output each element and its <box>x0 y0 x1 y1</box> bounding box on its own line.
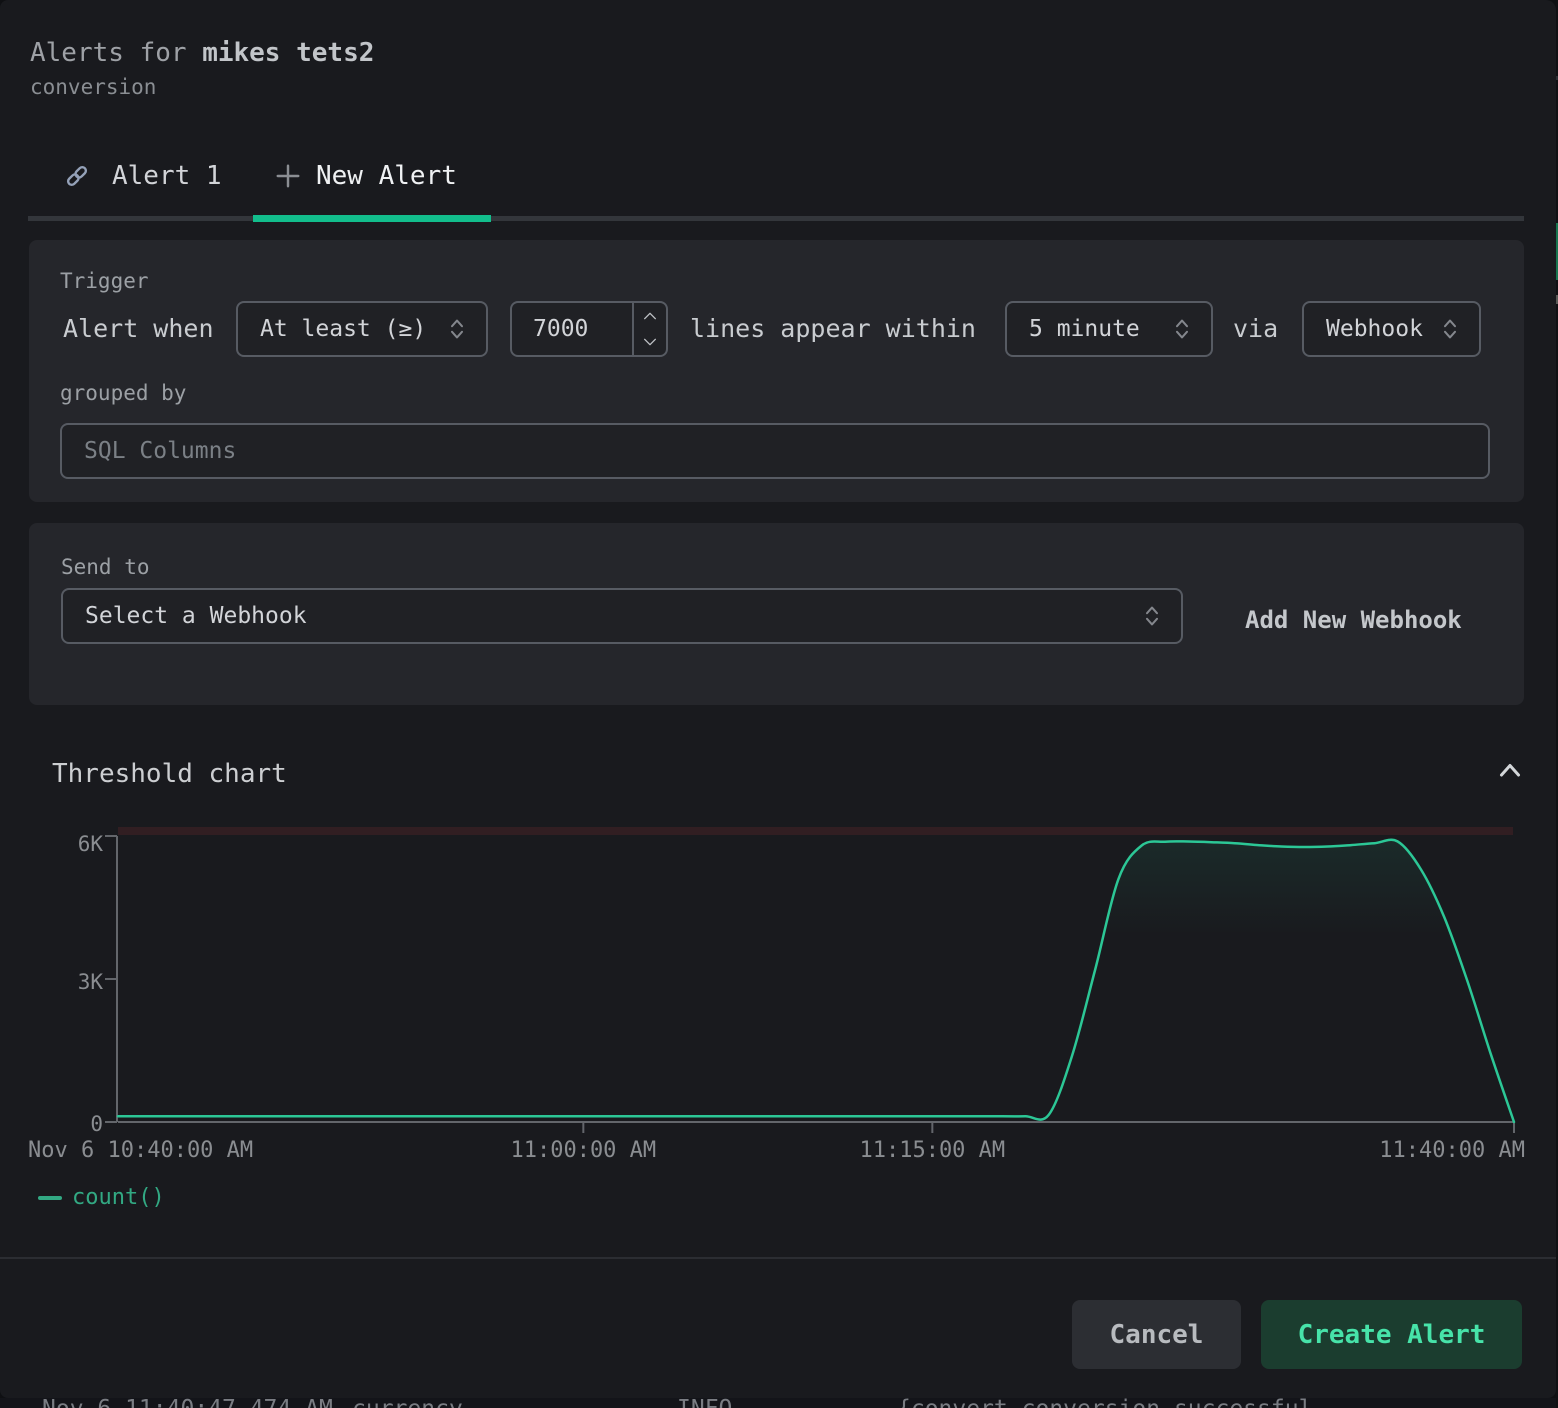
page-title-source-name: mikes tets2 <box>202 38 374 68</box>
log-message: {convert conversion successful <box>897 1398 1312 1408</box>
tab-new-alert-label: New Alert <box>316 161 457 191</box>
svg-text:11:00:00 AM: 11:00:00 AM <box>510 1138 656 1163</box>
svg-text:0: 0 <box>90 1112 103 1136</box>
webhook-select[interactable]: Select a Webhook <box>61 588 1183 644</box>
threshold-chart-title: Threshold chart <box>52 759 287 789</box>
number-stepper[interactable] <box>632 303 666 355</box>
stepper-up-icon[interactable] <box>634 303 666 329</box>
condition-select-value: At least (≥) <box>238 316 426 342</box>
log-level: INFO <box>677 1398 732 1408</box>
send-to-label: Send to <box>61 554 150 580</box>
active-tab-indicator <box>253 215 491 222</box>
interval-select-value: 5 minute <box>1007 316 1140 342</box>
chart-legend[interactable]: count() <box>38 1185 165 1210</box>
svg-text:3K: 3K <box>78 970 104 994</box>
group-by-placeholder: SQL Columns <box>62 438 236 464</box>
channel-select-value: Webhook <box>1304 316 1423 342</box>
legend-line-swatch <box>38 1196 62 1200</box>
stepper-down-icon[interactable] <box>634 329 666 355</box>
footer-divider <box>0 1257 1556 1259</box>
create-alert-button[interactable]: Create Alert <box>1261 1300 1522 1369</box>
tab-alert-1[interactable]: Alert 1 <box>64 158 222 194</box>
interval-select[interactable]: 5 minute <box>1005 301 1213 357</box>
group-by-input[interactable]: SQL Columns <box>60 423 1490 479</box>
grouped-by-label: grouped by <box>60 380 186 406</box>
svg-text:11:40:00 AM: 11:40:00 AM <box>1379 1138 1525 1163</box>
svg-text:Nov 6 10:40:00 AM: Nov 6 10:40:00 AM <box>28 1138 253 1163</box>
threshold-number-value: 7000 <box>512 316 588 342</box>
send-to-panel: Send to Select a Webhook Add New Webhook <box>29 523 1524 705</box>
lines-within-text: lines appear within <box>690 314 976 344</box>
chevron-selector-icon <box>449 317 465 341</box>
page-subtitle: conversion <box>30 74 156 100</box>
alert-modal: Alerts for mikes tets2 conversion Alert … <box>0 0 1556 1398</box>
page-title-prefix: Alerts for <box>30 38 202 68</box>
log-timestamp: Nov 6 11:40:47.474 AM <box>42 1398 333 1408</box>
link-icon <box>64 163 90 189</box>
channel-select[interactable]: Webhook <box>1302 301 1481 357</box>
background-log-row: Nov 6 11:40:47.474 AM currency INFO {con… <box>0 1398 1558 1408</box>
chevron-selector-icon <box>1174 317 1190 341</box>
collapse-chart-button[interactable] <box>1499 760 1521 780</box>
tab-new-alert[interactable]: New Alert <box>274 158 457 194</box>
alert-when-text: Alert when <box>63 314 214 344</box>
trigger-section-label: Trigger <box>60 268 149 294</box>
chevron-selector-icon <box>1442 317 1458 341</box>
plus-icon <box>274 162 302 190</box>
log-service: currency <box>352 1398 463 1408</box>
tab-alert-1-label: Alert 1 <box>112 161 222 191</box>
page-title: Alerts for mikes tets2 <box>30 38 374 68</box>
svg-text:6K: 6K <box>78 832 104 856</box>
condition-select[interactable]: At least (≥) <box>236 301 488 357</box>
svg-text:11:15:00 AM: 11:15:00 AM <box>859 1138 1005 1163</box>
legend-series-label: count() <box>72 1185 165 1210</box>
trigger-panel: Trigger Alert when At least (≥) 7000 lin… <box>29 240 1524 502</box>
webhook-select-value: Select a Webhook <box>63 603 307 629</box>
chevron-selector-icon <box>1144 604 1160 628</box>
cancel-button[interactable]: Cancel <box>1072 1300 1241 1369</box>
threshold-number-input[interactable]: 7000 <box>510 301 668 357</box>
threshold-chart: 0 3K 6K Nov 6 10:40:00 AM 11:00:00 AM 11:15:0… <box>0 800 1558 1220</box>
via-text: via <box>1233 314 1278 344</box>
add-new-webhook-button[interactable]: Add New Webhook <box>1245 606 1462 634</box>
